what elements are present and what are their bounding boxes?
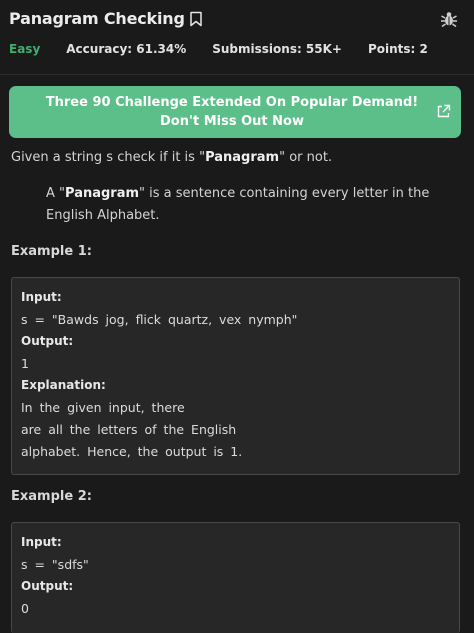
example-2-box: Input: s = "sdfs" Output: 0	[11, 522, 460, 633]
explanation-line: In the given input, there	[21, 400, 185, 415]
definition-line-2: English Alphabet.	[46, 208, 160, 223]
definition-line-1: A "Panagram" is a sentence containing ev…	[46, 183, 429, 205]
banner-text: Three 90 Challenge Extended On Popular D…	[45, 95, 419, 129]
input-label: Input:	[21, 290, 62, 304]
intro-text: Given a string s check if it is "	[11, 150, 206, 165]
example-1-box: Input: s = "Bawds jog, flick quartz, vex…	[11, 277, 460, 475]
problem-stats: Easy Accuracy: 61.34% Submissions: 55K+ …	[9, 42, 454, 56]
title-row: Panagram Checking	[9, 9, 203, 28]
accuracy-stat: Accuracy: 61.34%	[66, 42, 187, 56]
definition-text: " is a sentence containing every letter …	[139, 186, 430, 201]
example-1-heading: Example 1:	[11, 244, 92, 259]
challenge-banner[interactable]: Three 90 Challenge Extended On Popular D…	[9, 86, 461, 138]
bookmark-icon[interactable]	[189, 11, 203, 27]
definition-keyword: Panagram	[65, 186, 140, 201]
bug-icon[interactable]	[440, 10, 458, 28]
explanation-line: alphabet. Hence, the output is 1.	[21, 444, 243, 459]
output-label: Output:	[21, 579, 74, 593]
output-value: 1	[21, 356, 29, 371]
explanation-line: are all the letters of the English	[21, 422, 237, 437]
problem-title: Panagram Checking	[9, 9, 185, 28]
input-value: s = "sdfs"	[21, 557, 89, 572]
input-value: s = "Bawds jog, flick quartz, vex nymph"	[21, 312, 298, 327]
intro-keyword: Panagram	[205, 150, 280, 165]
external-link-icon[interactable]	[436, 104, 451, 119]
problem-header: Panagram Checking Easy Accuracy: 61.34% …	[0, 0, 474, 75]
problem-intro: Given a string s check if it is "Panagra…	[11, 147, 332, 169]
output-label: Output:	[21, 334, 74, 348]
definition-quote: A "	[46, 186, 66, 201]
points-stat: Points: 2	[367, 42, 428, 56]
example-2-heading: Example 2:	[11, 489, 92, 504]
explanation-label: Explanation:	[21, 378, 106, 392]
input-label: Input:	[21, 535, 62, 549]
output-value: 0	[21, 601, 29, 616]
difficulty-badge: Easy	[9, 42, 41, 56]
submissions-stat: Submissions: 55K+	[212, 42, 342, 56]
intro-text-end: " or not.	[279, 150, 333, 165]
